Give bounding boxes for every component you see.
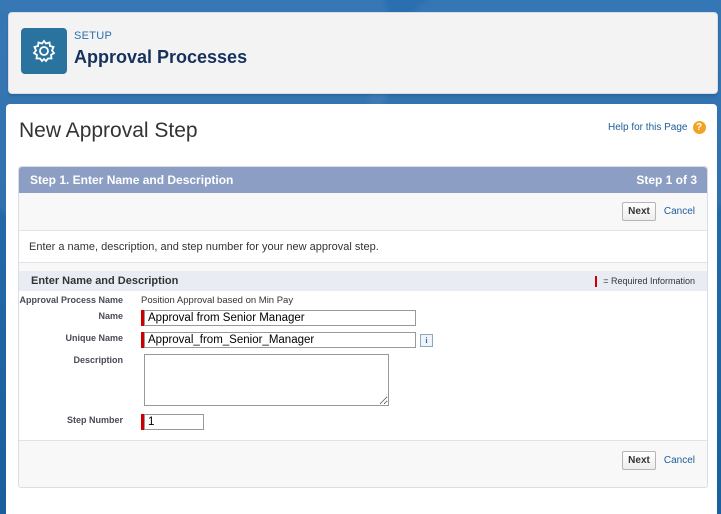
required-legend: = Required Information: [595, 275, 695, 287]
header-title: Approval Processes: [74, 47, 248, 67]
required-marker: [595, 275, 598, 287]
approval-process-label: Approval Process Name: [19, 295, 123, 305]
help-icon[interactable]: ?: [692, 121, 706, 134]
section-header: Enter Name and Description = Required In…: [19, 271, 707, 291]
setup-label: SETUP: [74, 30, 113, 42]
step-number-label: Step Number: [66, 415, 123, 425]
description-field-wrap: [141, 354, 389, 411]
unique-name-row: Unique Name i: [19, 332, 707, 348]
step-instructions: Enter a name, description, and step numb…: [19, 231, 707, 263]
help-link[interactable]: Help for this Page ?: [608, 121, 706, 134]
next-button-bottom[interactable]: Next: [622, 450, 656, 470]
cancel-link-bottom[interactable]: Cancel: [664, 455, 695, 466]
top-button-row: Next Cancel: [19, 193, 707, 231]
name-row: Name: [19, 310, 707, 326]
description-label: Description: [73, 355, 123, 365]
bottom-button-row: Next Cancel: [19, 441, 707, 479]
unique-name-input[interactable]: [144, 332, 416, 348]
step-header: Step 1. Enter Name and Description Step …: [19, 167, 707, 193]
description-row: Description: [19, 354, 707, 411]
name-field-wrap: [141, 310, 416, 326]
unique-name-field-wrap: i: [141, 332, 433, 348]
step-indicator: Step 1 of 3: [636, 173, 697, 187]
cancel-link-top[interactable]: Cancel: [664, 206, 695, 217]
next-button-top[interactable]: Next: [622, 202, 656, 221]
description-textarea[interactable]: [144, 354, 389, 406]
page-title: New Approval Step: [19, 119, 198, 142]
help-link-label[interactable]: Help for this Page: [608, 122, 688, 133]
step-number-field-wrap: [141, 414, 204, 430]
step-number-row: Step Number: [19, 414, 707, 430]
name-input[interactable]: [144, 310, 416, 326]
unique-name-label: Unique Name: [65, 333, 123, 343]
approval-process-value: Position Approval based on Min Pay: [141, 295, 294, 306]
main-content: New Approval Step Help for this Page ? S…: [6, 104, 717, 514]
setup-header: SETUP Approval Processes: [8, 12, 718, 94]
info-icon[interactable]: i: [420, 333, 433, 347]
step-number-input[interactable]: [144, 414, 204, 430]
step-panel: Step 1. Enter Name and Description Step …: [18, 166, 708, 488]
name-description-section: Enter Name and Description = Required In…: [19, 271, 707, 441]
step-title: Step 1. Enter Name and Description: [30, 173, 234, 187]
name-label: Name: [98, 311, 123, 321]
approval-process-row: Approval Process Name Position Approval …: [19, 295, 707, 306]
section-title: Enter Name and Description: [31, 275, 179, 287]
gear-icon: [21, 28, 67, 74]
required-legend-text: = Required Information: [603, 276, 695, 286]
